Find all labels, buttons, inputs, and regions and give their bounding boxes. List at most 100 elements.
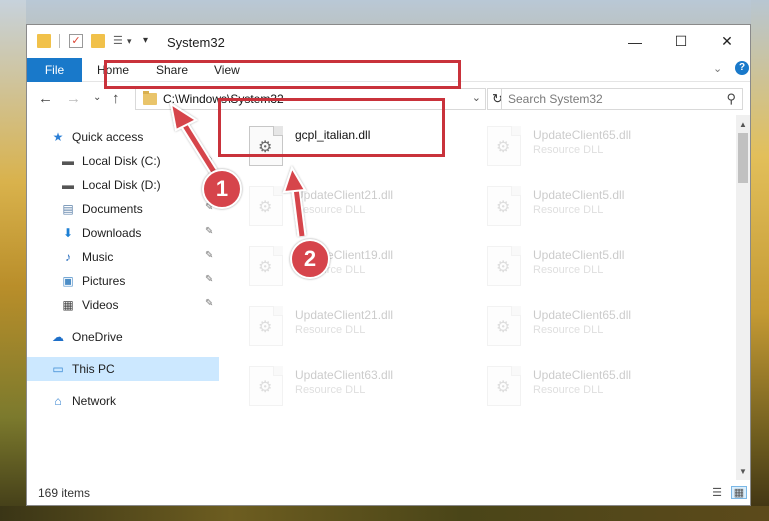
help-icon[interactable]: ? <box>735 61 749 75</box>
sidebar-item-onedrive[interactable]: ☁ OneDrive <box>27 325 219 349</box>
scrollbar-thumb[interactable] <box>738 133 748 183</box>
file-name: UpdateClient21.dll <box>295 308 394 322</box>
sidebar-item-music[interactable]: ♪ Music ✎ <box>27 245 219 269</box>
maximize-button[interactable]: ☐ <box>658 25 704 58</box>
dll-file-icon: ⚙ <box>249 366 283 406</box>
dll-file-icon: ⚙ <box>249 306 283 346</box>
dll-file-icon: ⚙ <box>487 366 521 406</box>
sidebar-item-label: Pictures <box>82 274 126 288</box>
file-type: Resource DLL <box>533 204 604 216</box>
recent-locations-chevron-icon[interactable]: ⌄ <box>93 92 101 103</box>
dll-file-icon: ⚙ <box>249 246 283 286</box>
gear-icon: ⚙ <box>258 319 273 336</box>
tab-file[interactable]: File <box>27 58 82 82</box>
sidebar-item-label: Quick access <box>72 130 144 144</box>
vertical-scrollbar[interactable]: ▲ ▼ <box>736 115 750 480</box>
back-arrow-icon[interactable]: ← <box>38 90 53 107</box>
star-icon: ★ <box>52 130 64 144</box>
file-type: Resource DLL <box>533 384 604 396</box>
file-item[interactable]: ⚙ UpdateClient5.dll Resource DLL <box>487 246 717 298</box>
expand-ribbon-icon[interactable]: ⌄ <box>713 62 722 75</box>
search-icon[interactable]: ⚲ <box>726 91 736 107</box>
file-name: UpdateClient5.dll <box>533 188 625 202</box>
dll-file-icon: ⚙ <box>487 246 521 286</box>
videos-icon: ▦ <box>62 298 74 312</box>
pin-icon[interactable]: ✎ <box>205 154 213 165</box>
pin-icon[interactable]: ✎ <box>205 250 213 261</box>
file-highlight <box>218 98 445 157</box>
new-folder-icon[interactable] <box>91 34 105 48</box>
properties-icon[interactable]: ✓ <box>69 34 83 48</box>
address-dropdown-chevron-icon[interactable]: ⌄ <box>472 91 481 104</box>
file-explorer-window: ✓ ☰ ▾ ▾ System32 — ☐ ✕ File Home Share V… <box>26 24 751 506</box>
scroll-up-arrow-icon[interactable]: ▲ <box>736 117 750 131</box>
close-button[interactable]: ✕ <box>704 25 750 58</box>
file-item[interactable]: ⚙ UpdateClient65.dll Resource DLL <box>487 126 717 178</box>
sidebar-item-local-disk-c[interactable]: ▬ Local Disk (C:) ✎ <box>27 149 219 173</box>
title-bar: ✓ ☰ ▾ ▾ System32 — ☐ ✕ <box>27 25 750 58</box>
file-item[interactable]: ⚙ UpdateClient21.dll Resource DLL <box>249 186 479 238</box>
item-count: 169 items <box>38 486 91 500</box>
pin-icon[interactable]: ✎ <box>205 298 213 309</box>
sidebar-item-this-pc[interactable]: ▭ This PC <box>27 357 219 381</box>
dll-file-icon: ⚙ <box>487 306 521 346</box>
large-icons-view-icon[interactable]: ▦ <box>731 486 747 499</box>
sidebar-item-pictures[interactable]: ▣ Pictures ✎ <box>27 269 219 293</box>
details-view-icon[interactable]: ☰ <box>709 486 725 499</box>
pictures-icon: ▣ <box>62 274 74 288</box>
address-bar-highlight <box>104 60 461 89</box>
pin-icon[interactable]: ✎ <box>205 226 213 237</box>
file-list: ⚙ gcpl_italian.dll ⚙ UpdateClient65.dll Reso… <box>219 115 736 480</box>
sidebar-item-quick-access[interactable]: ★ Quick access <box>27 125 219 149</box>
file-name: UpdateClient63.dll <box>295 368 394 382</box>
file-item[interactable]: ⚙ UpdateClient21.dll Resource DLL <box>249 306 479 358</box>
pin-icon[interactable]: ✎ <box>205 274 213 285</box>
file-type: Resource DLL <box>533 144 604 156</box>
sidebar-item-label: Documents <box>82 202 143 216</box>
status-bar: 169 items ☰ ▦ <box>27 480 750 505</box>
sidebar-item-local-disk-d[interactable]: ▬ Local Disk (D:) <box>27 173 219 197</box>
sidebar-item-label: Local Disk (C:) <box>82 154 161 168</box>
file-name: UpdateClient65.dll <box>533 308 632 322</box>
sidebar-item-label: This PC <box>72 362 115 376</box>
customize-toolbar-icon[interactable]: ▾ <box>143 34 157 48</box>
music-icon: ♪ <box>65 250 71 264</box>
sidebar-item-network[interactable]: ⌂ Network <box>27 389 219 413</box>
folder-icon <box>37 34 51 48</box>
file-name: UpdateClient5.dll <box>533 248 625 262</box>
gear-icon: ⚙ <box>496 319 511 336</box>
quick-access-toolbar-icon[interactable]: ☰ <box>113 34 127 48</box>
forward-arrow-icon[interactable]: → <box>66 90 81 107</box>
desktop-wallpaper-right <box>751 0 769 521</box>
sidebar-item-videos[interactable]: ▦ Videos ✎ <box>27 293 219 317</box>
navigation-pane: ★ Quick access ▬ Local Disk (C:) ✎ ▬ Local Dis… <box>27 115 219 480</box>
file-type: Resource DLL <box>295 204 366 216</box>
sidebar-item-label: Downloads <box>82 226 142 240</box>
minimize-button[interactable]: — <box>612 25 658 58</box>
sidebar-item-label: Local Disk (D:) <box>82 178 161 192</box>
gear-icon: ⚙ <box>496 139 511 156</box>
gear-icon: ⚙ <box>258 259 273 276</box>
sidebar-item-downloads[interactable]: ⬇ Downloads ✎ <box>27 221 219 245</box>
file-item[interactable]: ⚙ UpdateClient19.dll Resource DLL <box>249 246 479 298</box>
up-arrow-icon[interactable]: ↑ <box>112 90 120 107</box>
file-name: UpdateClient65.dll <box>533 128 632 142</box>
scroll-down-arrow-icon[interactable]: ▼ <box>736 464 750 478</box>
search-placeholder[interactable]: Search System32 <box>508 92 603 106</box>
file-item[interactable]: ⚙ UpdateClient65.dll Resource DLL <box>487 366 717 418</box>
chevron-down-icon[interactable]: ▾ <box>127 34 141 48</box>
sidebar-item-label: Network <box>72 394 117 408</box>
file-item[interactable]: ⚙ UpdateClient65.dll Resource DLL <box>487 306 717 358</box>
file-name: UpdateClient21.dll <box>295 188 394 202</box>
sidebar-item-label: OneDrive <box>72 330 123 344</box>
gear-icon: ⚙ <box>258 199 273 216</box>
documents-icon: ▤ <box>62 202 74 216</box>
sidebar-item-label: Videos <box>82 298 119 312</box>
dll-file-icon: ⚙ <box>249 186 283 226</box>
search-box[interactable]: Search System32 ⚲ <box>501 88 743 110</box>
desktop-wallpaper-left <box>0 0 26 521</box>
file-item[interactable]: ⚙ UpdateClient63.dll Resource DLL <box>249 366 479 418</box>
file-item[interactable]: ⚙ UpdateClient5.dll Resource DLL <box>487 186 717 238</box>
this-pc-icon: ▭ <box>52 362 64 376</box>
sidebar-item-documents[interactable]: ▤ Documents ✎ <box>27 197 219 221</box>
